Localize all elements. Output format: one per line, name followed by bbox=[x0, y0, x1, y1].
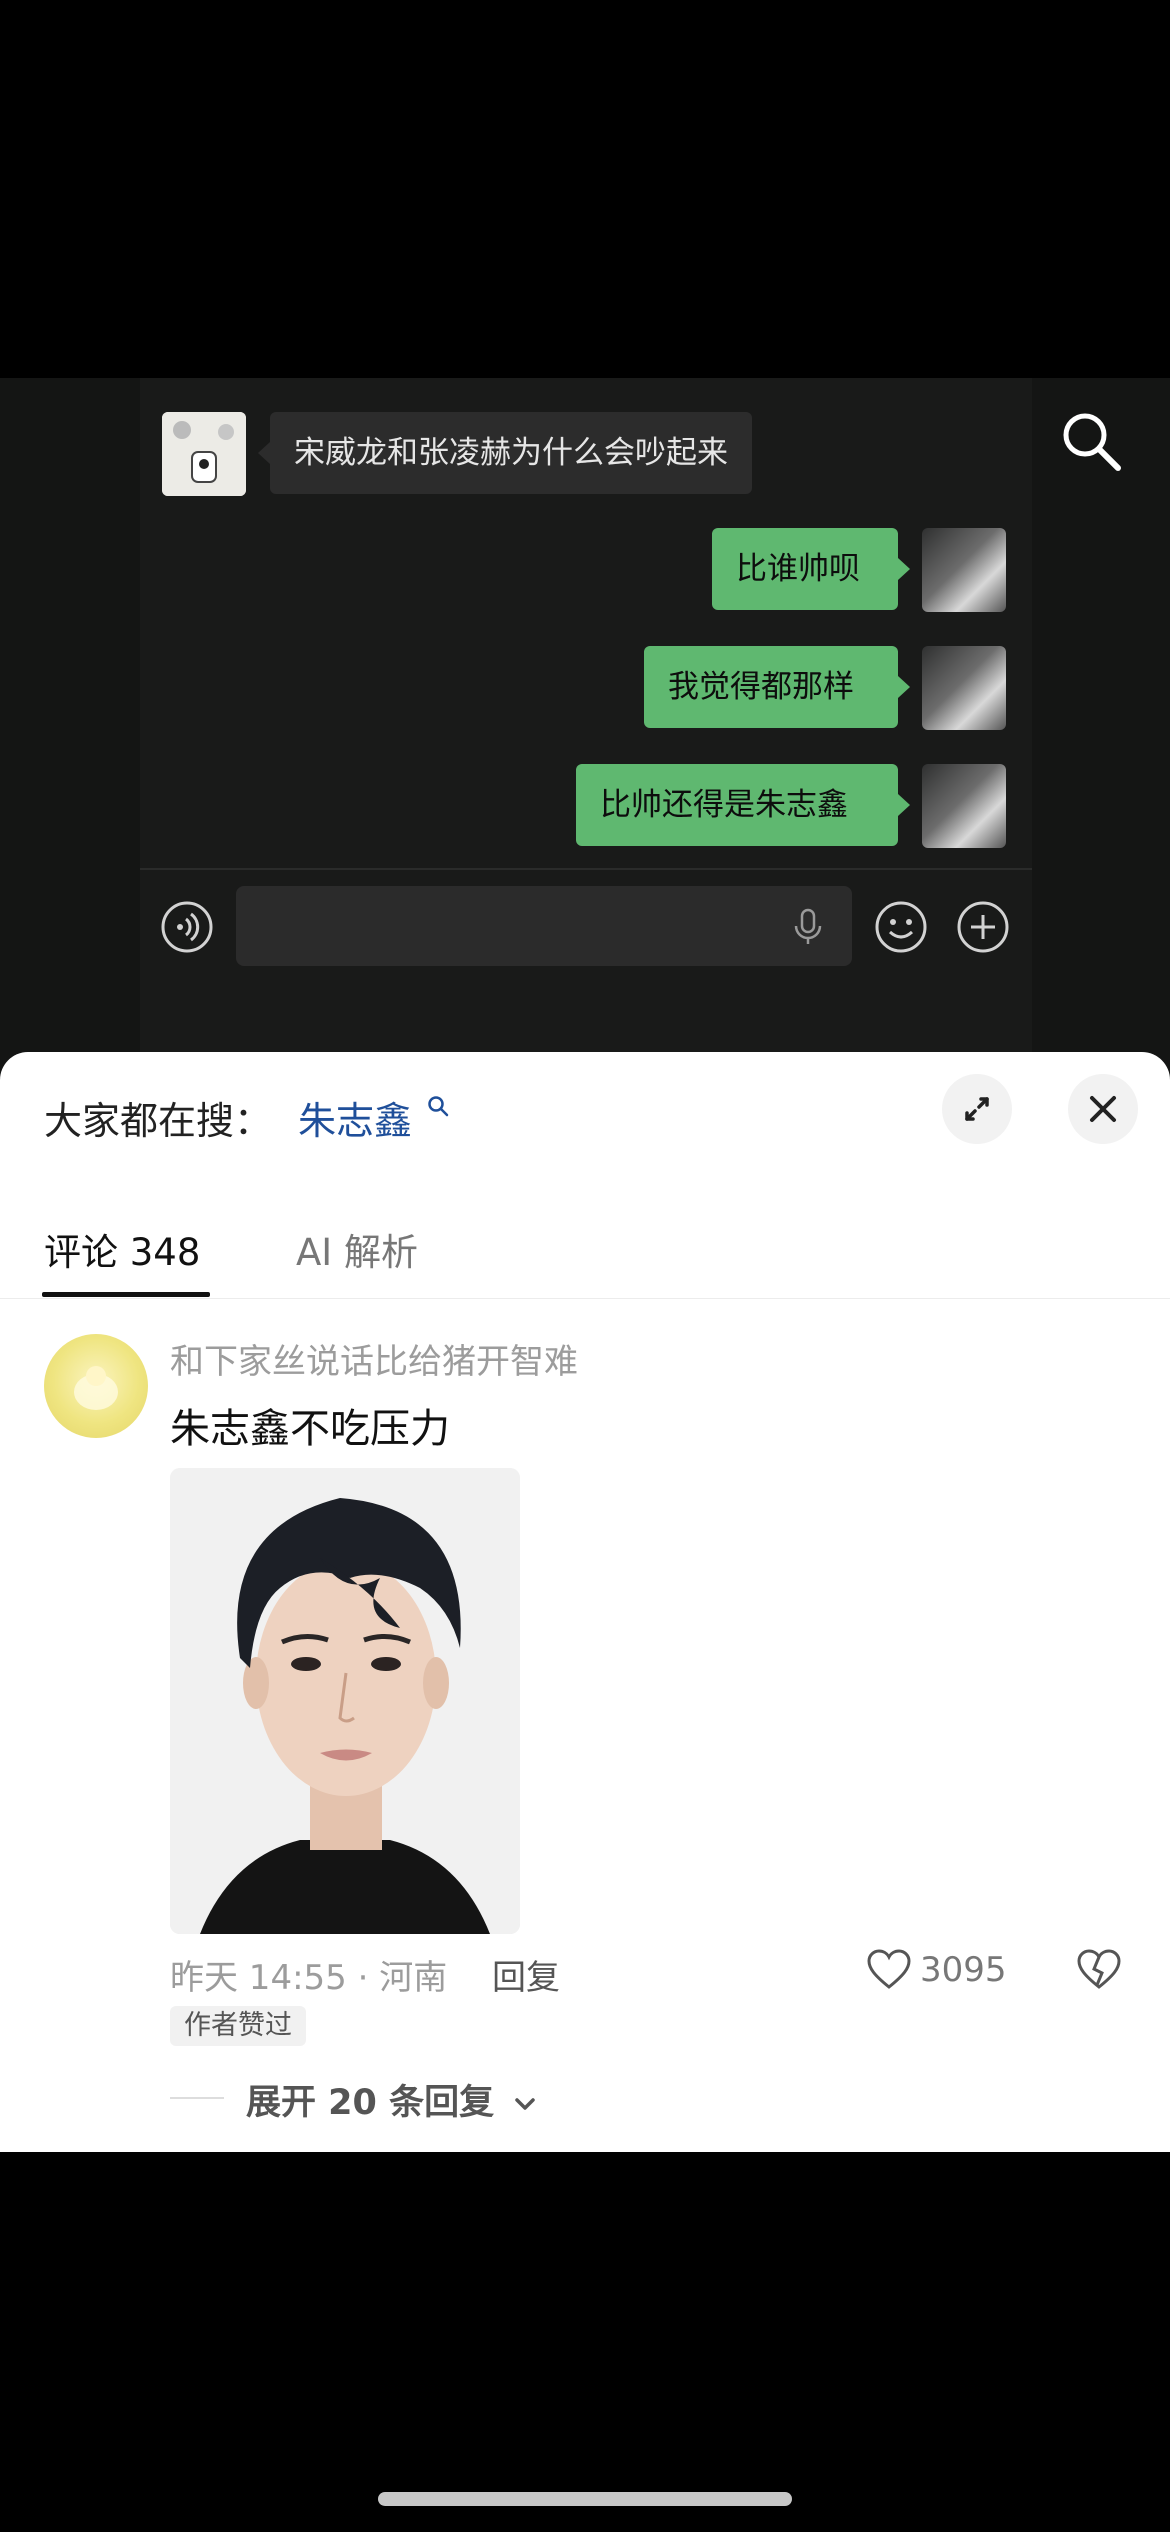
voice-icon[interactable] bbox=[160, 900, 214, 954]
tab-comments[interactable]: 评论 348 bbox=[44, 1222, 200, 1276]
dislike-icon[interactable] bbox=[1076, 1949, 1122, 1991]
avatar bbox=[922, 764, 1006, 848]
search-prefix: 大家都在搜： bbox=[44, 1099, 273, 1143]
avatar bbox=[162, 412, 246, 496]
bubble-tail bbox=[258, 442, 270, 464]
chevron-down-icon bbox=[515, 2098, 536, 2110]
avatar bbox=[922, 646, 1006, 730]
expand-button[interactable] bbox=[942, 1074, 1012, 1144]
comment-image[interactable] bbox=[170, 1468, 520, 1934]
mic-icon[interactable] bbox=[792, 908, 824, 946]
comment-time-location: 昨天 14:55 · 河南 bbox=[170, 1958, 448, 1998]
close-icon bbox=[1090, 1096, 1116, 1122]
close-button[interactable] bbox=[1068, 1074, 1138, 1144]
expand-replies-button[interactable]: 展开 20 条回复 bbox=[246, 2074, 538, 2125]
search-icon bbox=[428, 1096, 449, 1117]
commenter-name[interactable]: 和下家丝说话比给猪开智难 bbox=[170, 1334, 578, 1383]
expand-icon bbox=[965, 1097, 989, 1121]
heart-icon[interactable] bbox=[866, 1949, 912, 1991]
home-indicator bbox=[378, 2492, 792, 2506]
chat-message-outgoing: 比谁帅呗 bbox=[712, 528, 898, 610]
chat-message-outgoing: 比帅还得是朱志鑫 bbox=[576, 764, 898, 846]
chat-text-input[interactable] bbox=[236, 886, 852, 966]
plus-icon[interactable] bbox=[956, 900, 1010, 954]
emoji-icon[interactable] bbox=[874, 900, 928, 954]
divider bbox=[170, 2097, 224, 2099]
bubble-tail bbox=[898, 794, 910, 816]
like-count: 3095 bbox=[920, 1950, 1007, 1990]
divider bbox=[0, 1298, 1170, 1299]
chat-message-incoming: 宋威龙和张凌赫为什么会吵起来 bbox=[270, 412, 752, 494]
bubble-tail bbox=[898, 558, 910, 580]
tab-active-indicator bbox=[42, 1292, 210, 1297]
reply-button[interactable]: 回复 bbox=[492, 1950, 560, 1999]
avatar bbox=[922, 528, 1006, 612]
bubble-tail bbox=[898, 676, 910, 698]
comment-text: 朱志鑫不吃压力 bbox=[170, 1406, 450, 1452]
search-term-text: 朱志鑫 bbox=[298, 1099, 413, 1143]
search-icon[interactable] bbox=[1058, 408, 1124, 474]
chat-message-outgoing: 我觉得都那样 bbox=[644, 646, 898, 728]
tab-ai-analysis[interactable]: AI 解析 bbox=[296, 1222, 418, 1276]
commenter-avatar[interactable] bbox=[44, 1334, 148, 1438]
expand-replies-label: 展开 20 条回复 bbox=[246, 2083, 495, 2123]
author-liked-badge: 作者赞过 bbox=[170, 2006, 306, 2046]
search-suggestion-link[interactable]: 朱志鑫 bbox=[298, 1090, 450, 1145]
